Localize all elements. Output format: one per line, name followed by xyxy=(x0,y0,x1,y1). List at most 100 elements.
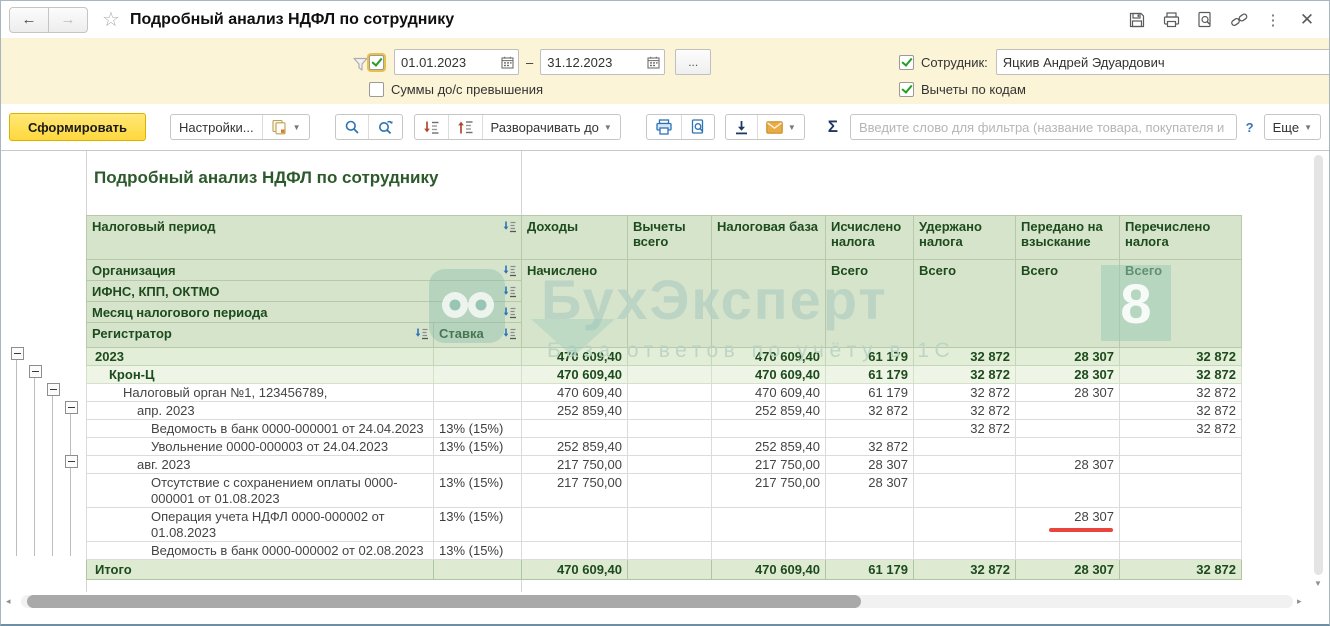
header-calculated[interactable]: Исчислено налога xyxy=(826,216,914,260)
cell-label[interactable]: Операция учета НДФЛ 0000-000002 от 01.08… xyxy=(87,508,434,542)
expand-groups-icon[interactable] xyxy=(448,115,482,139)
calendar-icon[interactable] xyxy=(496,56,518,69)
expand-to-button[interactable]: Разворачивать до ▼ xyxy=(482,115,620,139)
header-deductions[interactable]: Вычеты всего xyxy=(628,216,712,260)
cell-withheld[interactable]: 32 872 xyxy=(914,348,1016,366)
cell-collect[interactable]: 28 307 xyxy=(1016,560,1120,580)
cell-transfer[interactable]: 32 872 xyxy=(1120,366,1242,384)
cell-base[interactable]: 470 609,40 xyxy=(712,560,826,580)
horizontal-scrollbar-thumb[interactable] xyxy=(27,595,861,608)
generate-button[interactable]: Сформировать xyxy=(9,113,146,141)
cell-rate[interactable] xyxy=(434,456,522,474)
cell-transfer[interactable]: 32 872 xyxy=(1120,420,1242,438)
cell-base[interactable]: 217 750,00 xyxy=(712,474,826,508)
cell-collect[interactable] xyxy=(1016,474,1120,508)
tree-collapse-button[interactable] xyxy=(11,347,24,360)
close-icon[interactable]: ✕ xyxy=(1297,10,1317,30)
cell-income[interactable]: 217 750,00 xyxy=(522,474,628,508)
cell-deduct[interactable] xyxy=(628,384,712,402)
cell-label[interactable]: 2023 xyxy=(87,348,434,366)
cell-calc[interactable] xyxy=(826,420,914,438)
cell-calc[interactable]: 32 872 xyxy=(826,438,914,456)
cell-income[interactable] xyxy=(522,542,628,560)
cell-base[interactable]: 217 750,00 xyxy=(712,456,826,474)
sort-icon[interactable] xyxy=(502,306,517,322)
vertical-scrollbar-thumb[interactable] xyxy=(1314,155,1323,575)
calendar-icon[interactable] xyxy=(642,56,664,69)
cell-rate[interactable] xyxy=(434,560,522,580)
period-options-button[interactable]: ... xyxy=(675,49,711,75)
search-next-icon[interactable] xyxy=(368,115,402,139)
excess-checkbox[interactable] xyxy=(369,82,384,97)
cell-withheld[interactable]: 32 872 xyxy=(914,560,1016,580)
cell-base[interactable]: 470 609,40 xyxy=(712,366,826,384)
cell-collect[interactable]: 28 307 xyxy=(1016,348,1120,366)
cell-transfer[interactable]: 32 872 xyxy=(1120,348,1242,366)
tree-collapse-button[interactable] xyxy=(29,365,42,378)
cell-income[interactable]: 252 859,40 xyxy=(522,402,628,420)
tree-collapse-button[interactable] xyxy=(65,455,78,468)
cell-label[interactable]: Крон-Ц xyxy=(87,366,434,384)
cell-collect[interactable]: 28 307 xyxy=(1016,456,1120,474)
cell-transfer[interactable]: 32 872 xyxy=(1120,560,1242,580)
cell-collect[interactable]: 28 307 xyxy=(1016,384,1120,402)
cell-withheld[interactable] xyxy=(914,456,1016,474)
cell-calc[interactable]: 61 179 xyxy=(826,384,914,402)
cell-label[interactable]: Налоговый орган №1, 123456789, xyxy=(87,384,434,402)
cell-income[interactable] xyxy=(522,420,628,438)
tree-collapse-button[interactable] xyxy=(65,401,78,414)
cell-label[interactable]: Итого xyxy=(87,560,434,580)
cell-base[interactable]: 252 859,40 xyxy=(712,438,826,456)
header-tax-period[interactable]: Налоговый период xyxy=(87,216,522,260)
sort-icon[interactable] xyxy=(414,327,429,343)
header-accrued[interactable]: Начислено xyxy=(522,260,628,348)
cell-transfer[interactable] xyxy=(1120,438,1242,456)
horizontal-scrollbar[interactable] xyxy=(21,595,1293,608)
more-menu-icon[interactable]: ⋮ xyxy=(1263,10,1283,30)
cell-base[interactable]: 470 609,40 xyxy=(712,348,826,366)
header-transferred-total[interactable]: Всего xyxy=(1120,260,1242,348)
cell-base[interactable] xyxy=(712,420,826,438)
more-actions-button[interactable]: Еще ▼ xyxy=(1265,115,1320,139)
header-month[interactable]: Месяц налогового периода xyxy=(87,302,522,323)
sort-icon[interactable] xyxy=(502,264,517,280)
deduction-codes-checkbox[interactable] xyxy=(899,82,914,97)
cell-income[interactable]: 470 609,40 xyxy=(522,560,628,580)
cell-deduct[interactable] xyxy=(628,560,712,580)
autosum-icon[interactable]: Σ xyxy=(828,117,838,137)
cell-base[interactable] xyxy=(712,542,826,560)
cell-deduct[interactable] xyxy=(628,456,712,474)
cell-deduct[interactable] xyxy=(628,542,712,560)
report-variants-button[interactable]: ▼ xyxy=(262,115,309,139)
cell-calc[interactable]: 61 179 xyxy=(826,348,914,366)
cell-label[interactable]: Отсутствие с сохранением оплаты 0000-000… xyxy=(87,474,434,508)
cell-rate[interactable]: 13% (15%) xyxy=(434,474,522,508)
preview-icon[interactable] xyxy=(1195,10,1215,30)
cell-withheld[interactable]: 32 872 xyxy=(914,420,1016,438)
search-icon[interactable] xyxy=(336,115,368,139)
cell-income[interactable]: 470 609,40 xyxy=(522,366,628,384)
cell-collect[interactable]: 28 307 xyxy=(1016,366,1120,384)
employee-checkbox[interactable] xyxy=(899,55,914,70)
cell-withheld[interactable] xyxy=(914,542,1016,560)
cell-collect[interactable]: 28 307 xyxy=(1016,508,1120,542)
header-empty[interactable] xyxy=(628,260,712,348)
date-from-input[interactable] xyxy=(395,55,496,70)
header-rate[interactable]: Ставка xyxy=(434,323,522,348)
hscroll-left-arrow[interactable]: ◂ xyxy=(6,596,11,607)
help-link[interactable]: ? xyxy=(1246,120,1254,135)
print-report-icon[interactable] xyxy=(647,115,681,139)
back-button[interactable]: ← xyxy=(10,8,48,32)
cell-rate[interactable]: 13% (15%) xyxy=(434,542,522,560)
cell-label[interactable]: Увольнение 0000-000003 от 24.04.2023 xyxy=(87,438,434,456)
header-collection[interactable]: Передано на взыскание xyxy=(1016,216,1120,260)
sort-icon[interactable] xyxy=(502,220,517,236)
header-calculated-total[interactable]: Всего xyxy=(826,260,914,348)
cell-withheld[interactable] xyxy=(914,508,1016,542)
cell-calc[interactable]: 61 179 xyxy=(826,366,914,384)
cell-base[interactable] xyxy=(712,508,826,542)
header-registrator[interactable]: Регистратор xyxy=(87,323,434,348)
cell-deduct[interactable] xyxy=(628,402,712,420)
cell-transfer[interactable] xyxy=(1120,542,1242,560)
cell-deduct[interactable] xyxy=(628,438,712,456)
